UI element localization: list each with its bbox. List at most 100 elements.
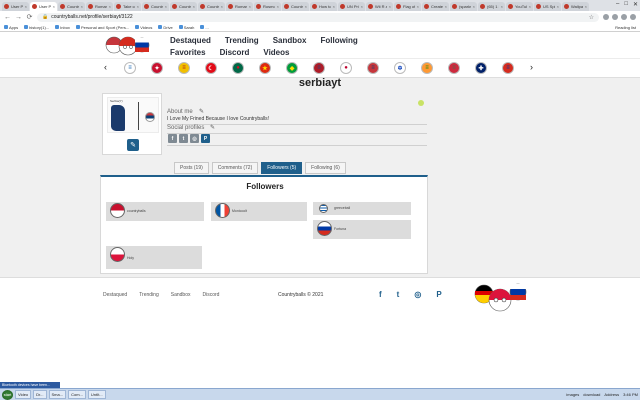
browser-tab[interactable]: (sparks)× [450, 2, 477, 11]
browser-tab[interactable]: Romanian× [86, 2, 113, 11]
browser-tab[interactable]: UN Printed× [338, 2, 365, 11]
country-flag-icon[interactable]: ≡ [124, 62, 136, 74]
edit-about-icon[interactable]: ✎ [199, 108, 204, 115]
bookmark-item[interactable]: Apps [4, 25, 18, 30]
bookmark-item[interactable]: Sarah [178, 25, 194, 30]
tab-close-icon[interactable]: × [585, 4, 587, 9]
browser-tab[interactable]: Countryballs× [142, 2, 169, 11]
follower-card[interactable]: Holy [106, 246, 202, 269]
follower-card[interactable]: countryballs [106, 202, 204, 221]
tab-close-icon[interactable]: × [137, 4, 139, 9]
browser-tab[interactable]: Rosmos Countr× [254, 2, 281, 11]
browser-tab[interactable]: Country Ba× [170, 2, 197, 11]
instagram-icon[interactable]: ◎ [414, 290, 421, 299]
browser-tab[interactable]: User Profile× [30, 2, 57, 11]
country-flag-icon[interactable]: ✡ [394, 62, 406, 74]
taskbar-item[interactable]: UntIt... [87, 390, 106, 399]
tab-close-icon[interactable]: × [529, 4, 531, 9]
carousel-next-icon[interactable]: › [530, 62, 533, 72]
tab-close-icon[interactable]: × [389, 4, 391, 9]
start-button[interactable]: start [2, 389, 13, 400]
country-flag-icon[interactable]: ● [232, 62, 244, 74]
browser-tab[interactable]: User Profile× [2, 2, 29, 11]
edit-social-icon[interactable]: ✎ [210, 124, 215, 131]
tab-close-icon[interactable]: × [501, 4, 503, 9]
bookmark-item[interactable]: Drive [158, 25, 173, 30]
browser-tab[interactable]: Countryballs× [198, 2, 225, 11]
taskbar-item[interactable]: Sma... [48, 390, 67, 399]
reading-list[interactable]: Reading list [615, 25, 636, 30]
browser-tab[interactable]: Countryballs× [58, 2, 85, 11]
bookmark-item[interactable]: history(1)... [24, 25, 49, 30]
footer-link-discord[interactable]: Discord [203, 292, 220, 298]
bookmark-star-icon[interactable]: ☆ [589, 14, 594, 21]
facebook-icon[interactable]: f [168, 134, 177, 143]
nav-link-discord[interactable]: Discord [220, 48, 250, 57]
address-bar[interactable]: 🔒 countryballs.net/profile/serbiayt/3122… [37, 12, 599, 22]
country-flag-icon[interactable]: ✚ [475, 62, 487, 74]
country-flag-icon[interactable]: ≡ [367, 62, 379, 74]
carousel-prev-icon[interactable]: ‹ [104, 62, 107, 72]
pinterest-icon[interactable]: P [201, 134, 210, 143]
country-flag-icon[interactable]: ☾ [205, 62, 217, 74]
country-flag-icon[interactable]: ≡ [421, 62, 433, 74]
bookmark-item[interactable]: Videos [135, 25, 152, 30]
nav-link-following[interactable]: Following [320, 36, 357, 45]
menu-icon[interactable] [630, 14, 636, 20]
tab-close-icon[interactable]: × [25, 4, 27, 9]
tab-close-icon[interactable]: × [305, 4, 307, 9]
tab-close-icon[interactable]: × [417, 4, 419, 9]
footer-link-destaqued[interactable]: Destaqued [103, 292, 127, 298]
tray-item[interactable]: Address [604, 392, 619, 397]
tray-item[interactable]: download [583, 392, 600, 397]
nav-link-favorites[interactable]: Favorites [170, 48, 206, 57]
browser-tab[interactable]: YouTube H× [506, 2, 533, 11]
back-icon[interactable]: ← [4, 14, 11, 21]
tab-posts[interactable]: Posts (19) [174, 162, 209, 174]
reload-icon[interactable]: ⟳ [26, 13, 33, 21]
tab-close-icon[interactable]: × [473, 4, 475, 9]
country-flag-icon[interactable]: ≡ [313, 62, 325, 74]
tab-following[interactable]: Following (6) [305, 162, 346, 174]
twitter-icon[interactable]: t [179, 134, 188, 143]
facebook-icon[interactable]: f [379, 290, 382, 299]
close-icon[interactable]: ✕ [633, 1, 638, 8]
country-flag-icon[interactable]: ≡ [178, 62, 190, 74]
maximize-icon[interactable]: □ [624, 1, 628, 8]
taskbar-item[interactable]: Com... [68, 390, 86, 399]
nav-link-sandbox[interactable]: Sandbox [273, 36, 307, 45]
browser-tab[interactable]: Romanian× [226, 2, 253, 11]
tab-close-icon[interactable]: × [445, 4, 447, 9]
browser-tab[interactable]: Wallpaper× [562, 2, 589, 11]
follower-card[interactable]: greeceball [313, 202, 411, 215]
bookmark-item[interactable]: Personal and Sport (Pers... [75, 25, 129, 30]
taskbar-item[interactable]: Dr... [33, 390, 47, 399]
follower-card[interactable]: Fortuna [313, 220, 411, 239]
browser-tab[interactable]: Take conversat× [114, 2, 141, 11]
tab-close-icon[interactable]: × [333, 4, 335, 9]
bookmark-item[interactable]: ... [200, 25, 209, 30]
twitter-icon[interactable]: t [397, 290, 400, 299]
browser-tab[interactable]: (65) 1 1 Cou× [478, 2, 505, 11]
country-flag-icon[interactable]: ◆ [286, 62, 298, 74]
countryballs-logo[interactable] [104, 34, 152, 56]
extension-icon[interactable] [612, 14, 618, 20]
minimize-icon[interactable]: – [616, 1, 619, 8]
pinterest-icon[interactable]: P [436, 290, 441, 299]
country-flag-icon[interactable]: ● [340, 62, 352, 74]
tab-close-icon[interactable]: × [249, 4, 251, 9]
country-flag-icon[interactable]: ≡ [502, 62, 514, 74]
forward-icon[interactable]: → [15, 14, 22, 21]
country-flag-icon[interactable]: ✦ [151, 62, 163, 74]
edit-avatar-button[interactable]: ✎ [127, 139, 139, 151]
extension-icon[interactable] [603, 14, 609, 20]
taskbar-item[interactable]: Video [15, 390, 32, 399]
country-flag-icon[interactable]: ★ [259, 62, 271, 74]
tab-close-icon[interactable]: × [221, 4, 223, 9]
browser-tab[interactable]: Wii R and Wii U× [366, 2, 393, 11]
footer-link-trending[interactable]: Trending [139, 292, 159, 298]
nav-link-videos[interactable]: Videos [263, 48, 289, 57]
browser-tab[interactable]: US Spin Wi× [534, 2, 561, 11]
tab-comments[interactable]: Comments (72) [211, 162, 259, 174]
tab-close-icon[interactable]: × [193, 4, 195, 9]
